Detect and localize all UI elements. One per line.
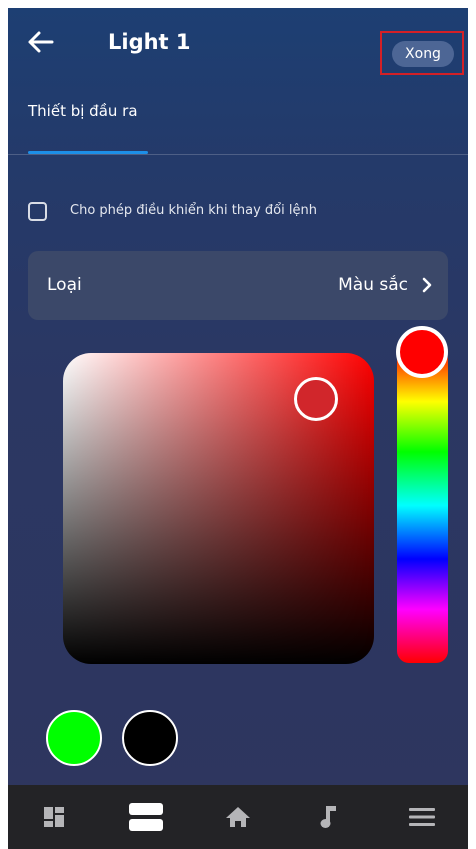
tab-output-devices[interactable]: Thiết bị đầu ra [28, 102, 138, 120]
top-bar: Light 1 Xong [8, 8, 468, 88]
page-title: Light 1 [108, 30, 191, 54]
devices-icon [129, 803, 163, 831]
music-icon [320, 806, 336, 828]
hue-slider[interactable] [397, 348, 448, 663]
bottom-navigation [8, 785, 468, 849]
arrow-left-icon [28, 31, 54, 53]
back-button[interactable] [26, 28, 58, 56]
nav-dashboard[interactable] [8, 785, 100, 849]
nav-devices[interactable] [100, 785, 192, 849]
tab-divider [8, 154, 468, 155]
type-value: Màu sắc [338, 275, 408, 295]
nav-music[interactable] [284, 785, 376, 849]
nav-menu[interactable] [376, 785, 468, 849]
chevron-right-icon [422, 277, 432, 293]
done-button-highlight: Xong [380, 31, 464, 75]
allow-control-checkbox[interactable] [28, 202, 47, 221]
color-picker-handle[interactable] [294, 377, 338, 421]
home-icon [226, 807, 250, 827]
color-swatch-green[interactable] [46, 710, 102, 766]
type-label: Loại [47, 275, 82, 295]
nav-home[interactable] [192, 785, 284, 849]
menu-icon [409, 808, 435, 826]
dashboard-icon [44, 807, 64, 827]
app-screen: Light 1 Xong Thiết bị đầu ra Cho phép đi… [8, 8, 468, 849]
type-selector[interactable]: Loại Màu sắc [28, 251, 448, 320]
allow-control-label: Cho phép điều khiển khi thay đổi lệnh [70, 203, 317, 218]
done-button[interactable]: Xong [392, 41, 454, 67]
hue-slider-handle[interactable] [396, 326, 448, 378]
color-swatch-black[interactable] [122, 710, 178, 766]
